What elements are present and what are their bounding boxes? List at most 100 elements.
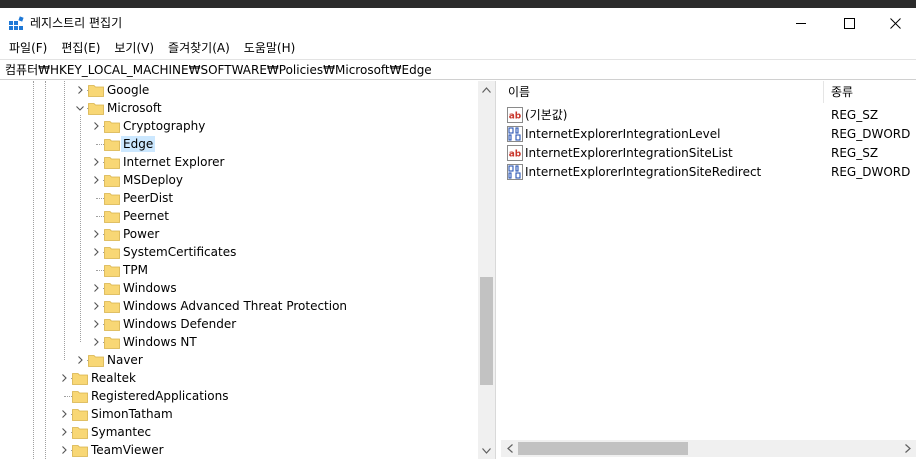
tree-node-label: SimonTatham xyxy=(91,407,173,421)
chevron-right-icon xyxy=(62,446,67,454)
scroll-right-button[interactable] xyxy=(899,440,916,457)
value-row[interactable]: ab (기본값) REG_SZ xyxy=(501,105,916,124)
folder-icon xyxy=(104,301,120,313)
tree-node[interactable]: Peernet xyxy=(0,207,478,225)
value-type: REG_DWORD xyxy=(831,127,911,141)
menu-edit[interactable]: 편집(E) xyxy=(54,38,107,58)
menu-favorites[interactable]: 즐겨찾기(A) xyxy=(161,38,237,58)
tree-expander[interactable] xyxy=(90,318,102,330)
tree-node[interactable]: SystemCertificates xyxy=(0,243,478,261)
tree-node[interactable]: Windows xyxy=(0,279,478,297)
tree-node[interactable]: Cryptography xyxy=(0,117,478,135)
value-row[interactable]: InternetExplorerIntegrationSiteRedirect R… xyxy=(501,162,916,181)
chevron-right-icon xyxy=(94,122,99,130)
chevron-right-icon xyxy=(94,302,99,310)
folder-icon xyxy=(72,373,88,385)
chevron-right-icon xyxy=(62,410,67,418)
key-tree[interactable]: Google Microsoft Cryptography Edge Internet … xyxy=(0,81,496,459)
window-title: 레지스트리 편집기 xyxy=(30,16,123,30)
tree-node[interactable]: Edge xyxy=(0,135,478,153)
tree-node[interactable]: SimonTatham xyxy=(0,405,478,423)
tree-node[interactable]: Microsoft xyxy=(0,99,478,117)
value-type: REG_SZ xyxy=(831,108,879,122)
menu-file[interactable]: 파일(F) xyxy=(2,38,54,58)
tree-expander[interactable] xyxy=(90,246,102,258)
address-path[interactable]: 컴퓨터₩HKEY_LOCAL_MACHINE₩SOFTWARE₩Policies… xyxy=(5,62,432,78)
tree-node[interactable]: RegisteredApplications xyxy=(0,387,478,405)
tree-node-label: MSDeploy xyxy=(123,173,183,187)
chevron-down-icon xyxy=(76,106,84,111)
tree-node[interactable]: Symantec xyxy=(0,423,478,441)
tree-node-label: Naver xyxy=(107,353,143,367)
scroll-left-button[interactable] xyxy=(501,440,518,457)
folder-icon xyxy=(104,283,120,295)
folder-icon xyxy=(104,337,120,349)
tree-node[interactable]: Power xyxy=(0,225,478,243)
tree-node[interactable]: MSDeploy xyxy=(0,171,478,189)
tree-node[interactable]: Internet Explorer xyxy=(0,153,478,171)
tree-vertical-scrollbar[interactable] xyxy=(478,81,495,459)
maximize-button[interactable] xyxy=(826,8,872,38)
folder-icon xyxy=(104,247,120,259)
tree-node[interactable]: Windows NT xyxy=(0,333,478,351)
tree-node[interactable]: TPM xyxy=(0,261,478,279)
folder-icon xyxy=(104,139,120,151)
value-list[interactable]: 이름 종류 ab (기본값) REG_SZ InternetExplorerInteg… xyxy=(501,81,916,459)
folder-icon xyxy=(72,445,88,457)
tree-node-label: RegisteredApplications xyxy=(91,389,229,403)
tree-node[interactable]: PeerDist xyxy=(0,189,478,207)
tree-node[interactable]: TeamViewer xyxy=(0,441,478,459)
chevron-right-icon xyxy=(94,338,99,346)
tree-node[interactable]: Google xyxy=(0,81,478,99)
tree-node-label: Edge xyxy=(121,136,156,152)
tree-expander[interactable] xyxy=(90,282,102,294)
scroll-down-button[interactable] xyxy=(478,442,495,459)
tree-expander[interactable] xyxy=(74,84,86,96)
tree-node[interactable]: Windows Advanced Threat Protection xyxy=(0,297,478,315)
chevron-down-icon xyxy=(482,447,491,454)
tree-expander[interactable] xyxy=(58,372,70,384)
tree-node[interactable]: Windows Defender xyxy=(0,315,478,333)
tree-expander[interactable] xyxy=(58,444,70,456)
column-header-type[interactable]: 종류 xyxy=(824,81,916,103)
tree-node[interactable]: Naver xyxy=(0,351,478,369)
tree-expander[interactable] xyxy=(90,228,102,240)
tree-expander[interactable] xyxy=(74,354,86,366)
title-bar[interactable]: 레지스트리 편집기 xyxy=(0,8,916,38)
string-value-icon: ab xyxy=(507,107,523,123)
registry-editor-icon xyxy=(9,16,24,30)
tree-expander[interactable] xyxy=(90,300,102,312)
tree-node-label: PeerDist xyxy=(123,191,174,205)
scroll-up-button[interactable] xyxy=(478,81,495,98)
minimize-icon xyxy=(795,22,806,24)
menu-bar: 파일(F) 편집(E) 보기(V) 즐겨찾기(A) 도움말(H) xyxy=(0,38,916,58)
chevron-right-icon xyxy=(904,444,911,453)
column-header-name[interactable]: 이름 xyxy=(501,81,823,103)
folder-icon xyxy=(72,427,88,439)
folder-icon xyxy=(72,409,88,421)
binary-value-icon xyxy=(507,126,523,142)
tree-expander[interactable] xyxy=(58,426,70,438)
folder-icon xyxy=(104,175,120,187)
folder-icon xyxy=(88,103,104,115)
tree-scroll-thumb[interactable] xyxy=(480,277,493,386)
values-horizontal-scrollbar[interactable] xyxy=(501,440,916,457)
chevron-right-icon xyxy=(94,284,99,292)
tree-node[interactable]: Realtek xyxy=(0,369,478,387)
tree-expander[interactable] xyxy=(90,120,102,132)
tree-expander[interactable] xyxy=(90,156,102,168)
values-scroll-thumb[interactable] xyxy=(518,442,688,455)
close-button[interactable] xyxy=(872,8,916,38)
tree-expander[interactable] xyxy=(90,336,102,348)
minimize-button[interactable] xyxy=(778,8,824,38)
tree-expander[interactable] xyxy=(58,408,70,420)
value-name: InternetExplorerIntegrationSiteRedirect xyxy=(525,165,762,179)
folder-icon xyxy=(104,265,120,277)
value-row[interactable]: ab InternetExplorerIntegrationSiteList REG… xyxy=(501,143,916,162)
tree-expander[interactable] xyxy=(74,102,86,114)
tree-expander[interactable] xyxy=(90,174,102,186)
menu-help[interactable]: 도움말(H) xyxy=(237,38,303,58)
address-bar[interactable]: 컴퓨터₩HKEY_LOCAL_MACHINE₩SOFTWARE₩Policies… xyxy=(0,59,916,80)
value-row[interactable]: InternetExplorerIntegrationLevel REG_DWOR… xyxy=(501,124,916,143)
menu-view[interactable]: 보기(V) xyxy=(107,38,161,58)
